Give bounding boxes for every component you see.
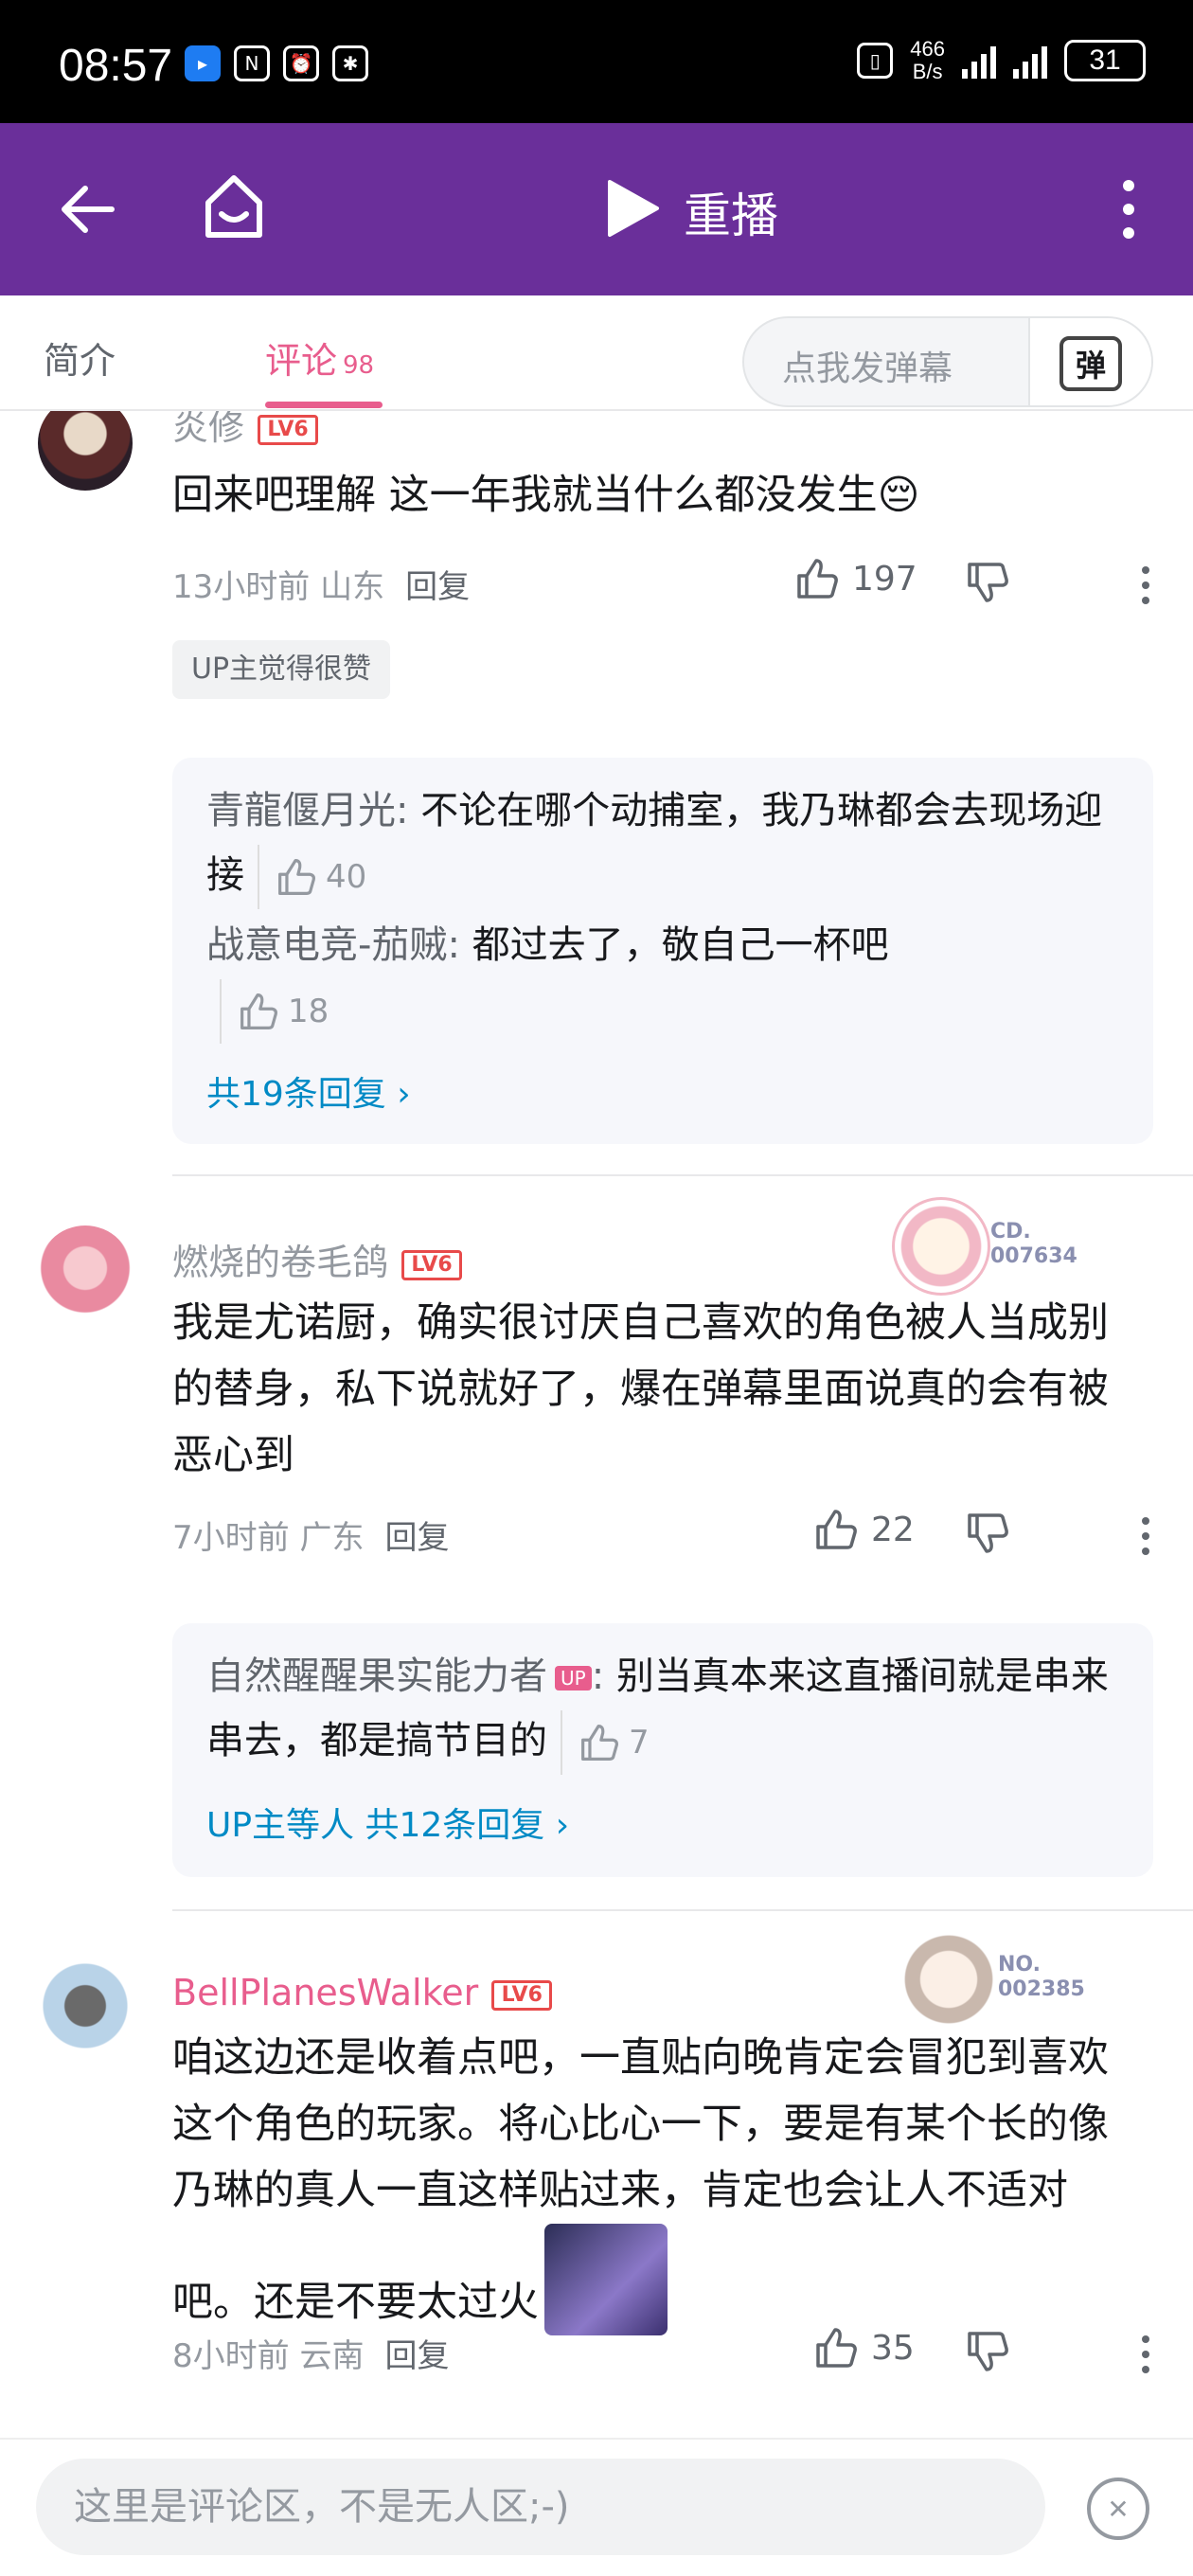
like-button[interactable]: 35 xyxy=(814,2326,915,2370)
back-arrow-icon[interactable] xyxy=(55,176,121,242)
sub-reply-author[interactable]: 自然醒醒果实能力者 xyxy=(206,1655,547,1698)
view-more-replies[interactable]: UP主等人 共12条回复 › xyxy=(206,1798,569,1847)
vibrate-icon: ▯ xyxy=(857,43,894,79)
comment-input-bar: 这里是评论区，不是无人区;-) ✕ xyxy=(0,2438,1193,2576)
fan-badge-number: CD. 007634 xyxy=(990,1220,1077,1268)
sub-reply[interactable]: 战意电竞-茄贼: 都过去了，敬自己一杯吧 18 xyxy=(206,913,983,1044)
tab-intro[interactable]: 简介 xyxy=(44,331,116,384)
thumbs-up-icon xyxy=(797,559,838,599)
status-bar: 08:57 ▸ N ⏰ ✱ ▯ 466 B/s 31 xyxy=(0,0,1193,123)
sub-reply-like[interactable]: 40 xyxy=(258,845,366,909)
avatar[interactable] xyxy=(38,1225,133,1320)
danmaku-icon: 弹 xyxy=(1059,336,1122,391)
comment-meta: 8小时前 云南 回复 xyxy=(172,2337,450,2375)
thumbs-up-icon xyxy=(816,2328,857,2368)
username[interactable]: BellPlanesWalker LV6 xyxy=(172,1972,553,2013)
emoji-icon[interactable]: ✕ xyxy=(1087,2478,1149,2540)
sub-replies[interactable]: 自然醒醒果实能力者 UP: 别当真本来这直播间就是串来串去，都是搞节目的 7 UP主… xyxy=(172,1623,1153,1877)
alarm-icon: ⏰ xyxy=(283,45,319,81)
like-button[interactable]: 197 xyxy=(795,557,917,600)
level-badge: LV6 xyxy=(401,1249,463,1280)
up-badge: UP xyxy=(555,1666,592,1690)
signal-icon-2 xyxy=(1013,43,1047,79)
fan-badge[interactable]: NO. 002385 xyxy=(899,1930,1098,2034)
thumbs-up-icon xyxy=(816,1510,857,1549)
avatar[interactable] xyxy=(38,411,133,491)
comment-text: 咱这边还是收着点吧，一直贴向晚肯定会冒犯到喜欢这个角色的玩家。将心比心一下，要是… xyxy=(172,2025,1148,2335)
home-icon[interactable] xyxy=(201,170,267,242)
level-badge: LV6 xyxy=(491,1979,553,2011)
sub-reply-text: 都过去了，敬自己一杯吧 xyxy=(472,923,889,967)
sub-reply[interactable]: 自然醒醒果实能力者 UP: 别当真本来这直播间就是串来串去，都是搞节目的 7 xyxy=(206,1644,1125,1775)
comment-count: 98 xyxy=(343,351,375,380)
comment-meta: 7小时前 广东 回复 xyxy=(172,1519,450,1557)
video-top-bar: 重播 xyxy=(0,123,1193,295)
reply-button[interactable]: 回复 xyxy=(405,568,470,606)
more-options-icon[interactable] xyxy=(1142,2335,1151,2373)
more-menu-icon[interactable] xyxy=(1117,176,1140,242)
comment-actions: 35 xyxy=(795,2326,1193,2383)
fan-badge-image xyxy=(899,1930,998,2029)
view-more-replies[interactable]: 共19条回复 › xyxy=(206,1066,411,1116)
username[interactable]: 炎修 LV6 xyxy=(172,411,319,450)
comment-actions: 22 xyxy=(795,1508,1193,1565)
divider xyxy=(172,1909,1193,1911)
sub-replies[interactable]: 青龍偃月光: 不论在哪个动捕室，我乃琳都会去现场迎接 40 战意电竞-茄贼: 都过… xyxy=(172,758,1153,1144)
thumbs-down-icon[interactable] xyxy=(966,2330,1009,2373)
comment-text: 回来吧理解 这一年我就当什么都没发生😔 xyxy=(172,472,920,519)
status-time: 08:57 xyxy=(59,41,173,91)
divider xyxy=(172,1174,1193,1176)
tab-comments[interactable]: 评论 98 xyxy=(265,331,374,384)
signal-icon xyxy=(962,43,996,79)
tab-bar: 简介 评论 98 点我发弹幕 弹 xyxy=(0,295,1193,411)
more-options-icon[interactable] xyxy=(1142,566,1151,604)
danmaku-placeholder: 点我发弹幕 xyxy=(782,349,953,388)
sub-reply-like[interactable]: 18 xyxy=(220,979,329,1044)
fan-badge-number: NO. 002385 xyxy=(998,1953,1085,2001)
sub-reply[interactable]: 青龍偃月光: 不论在哪个动捕室，我乃琳都会去现场迎接 40 xyxy=(206,778,1125,909)
sub-reply-author[interactable]: 战意电竞-茄贼 xyxy=(206,923,447,967)
thumbs-up-icon xyxy=(240,993,278,1029)
thumbs-down-icon[interactable] xyxy=(966,561,1009,604)
avatar[interactable] xyxy=(38,1959,133,2053)
thumbs-down-icon[interactable] xyxy=(966,1512,1009,1555)
thumbs-up-icon xyxy=(278,859,316,895)
thumbs-up-icon xyxy=(581,1725,619,1761)
sticker-image xyxy=(544,2224,668,2335)
danmaku-input[interactable]: 点我发弹幕 弹 xyxy=(742,316,1153,407)
sub-reply-like[interactable]: 7 xyxy=(561,1710,650,1775)
nfc-icon: N xyxy=(234,45,270,81)
fan-badge-image xyxy=(892,1197,990,1296)
up-liked-tag: UP主觉得很赞 xyxy=(172,640,391,699)
comment-text: 我是尤诺厨，确实很讨厌自己喜欢的角色被人当成别的替身，私下说就好了，爆在弹幕里面… xyxy=(172,1299,1109,1479)
replay-title[interactable]: 重播 xyxy=(684,178,778,246)
sub-reply-author[interactable]: 青龍偃月光 xyxy=(206,789,396,832)
net-speed: 466 B/s xyxy=(910,37,945,83)
comment-input[interactable]: 这里是评论区，不是无人区;-) xyxy=(36,2459,1045,2555)
status-icons: ▸ N ⏰ ✱ xyxy=(185,45,368,81)
active-tab-indicator xyxy=(265,402,383,408)
comment-list[interactable]: 炎修 LV6 回来吧理解 这一年我就当什么都没发生😔 13小时前 山东 回复 197… xyxy=(0,411,1193,2438)
comment-meta: 13小时前 山东 回复 xyxy=(172,568,471,606)
reply-button[interactable]: 回复 xyxy=(384,2337,449,2375)
comment-actions: 197 xyxy=(795,557,1193,614)
bluetooth-icon: ✱ xyxy=(332,45,368,81)
fan-badge[interactable]: CD. 007634 xyxy=(892,1197,1091,1301)
reply-button[interactable]: 回复 xyxy=(384,1519,449,1557)
play-icon[interactable] xyxy=(604,178,661,239)
status-right: ▯ 466 B/s 31 xyxy=(857,38,1146,83)
danmaku-button[interactable]: 弹 xyxy=(1028,318,1151,405)
app-notification-icon: ▸ xyxy=(185,45,221,81)
more-options-icon[interactable] xyxy=(1142,1517,1151,1555)
level-badge: LV6 xyxy=(258,414,319,445)
battery-icon: 31 xyxy=(1064,40,1146,81)
username[interactable]: 燃烧的卷毛鸽 LV6 xyxy=(172,1233,463,1285)
like-button[interactable]: 22 xyxy=(814,1508,915,1551)
